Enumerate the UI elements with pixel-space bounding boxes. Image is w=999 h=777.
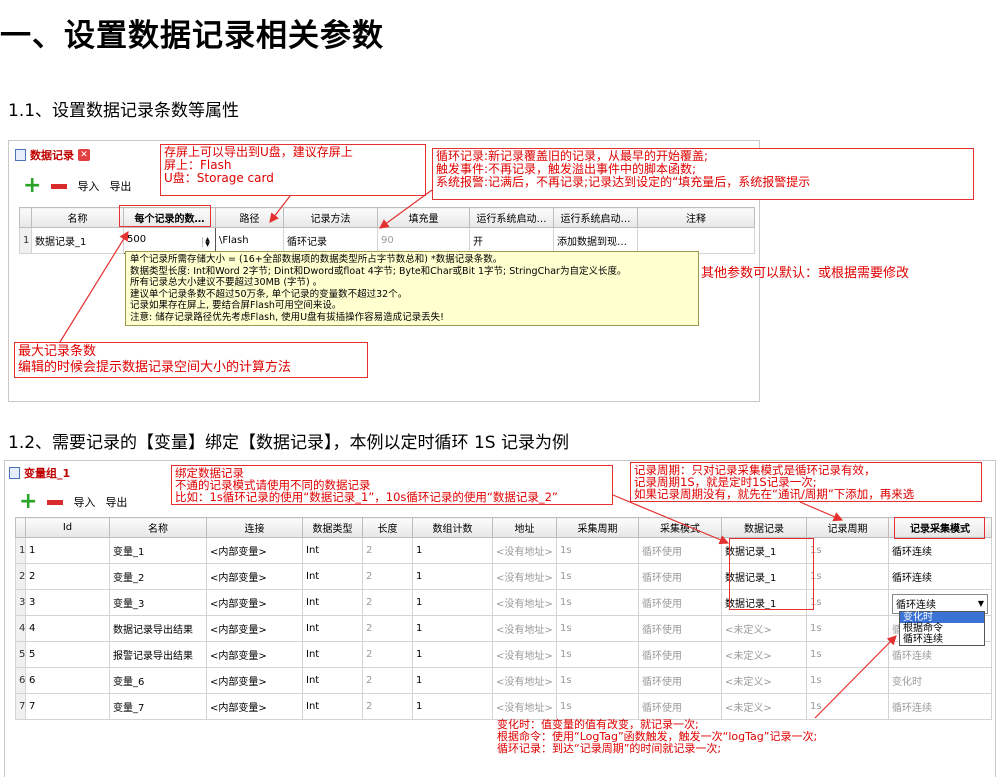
annotation-arrows xyxy=(59,189,897,719)
arrow-line xyxy=(612,494,730,545)
arrow-line xyxy=(799,501,844,522)
arrow-line xyxy=(814,635,897,719)
arrow-line xyxy=(59,230,129,343)
arrow-line xyxy=(269,195,291,223)
arrow-line xyxy=(379,189,433,229)
